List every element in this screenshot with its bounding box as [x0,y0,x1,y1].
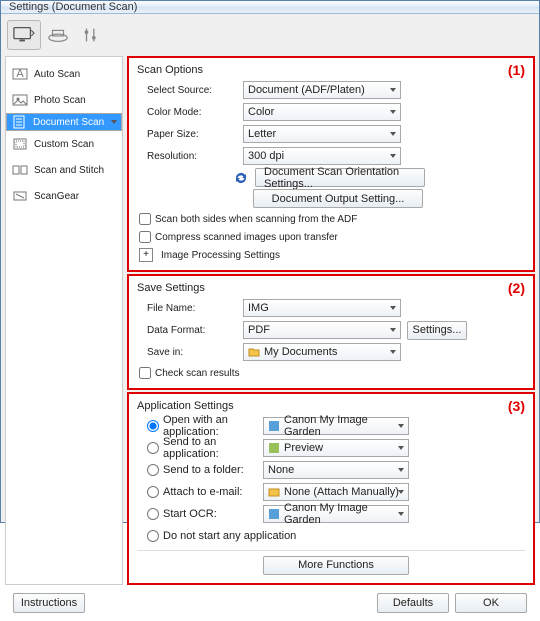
panel-title: Save Settings [137,282,525,294]
sidebar-label: Scan and Stitch [34,165,104,176]
main-area: A Auto Scan Photo Scan Document Scan Cus… [5,56,535,585]
document-icon [11,115,27,129]
tab-general-settings[interactable] [75,20,109,50]
defaults-button[interactable]: Defaults [377,593,449,613]
scan-both-sides-checkbox[interactable]: Scan both sides when scanning from the A… [137,210,525,228]
tab-scan-from-operation-panel[interactable] [41,20,75,50]
scan-options-panel: (1) Scan Options Select Source: Document… [127,56,535,272]
sidebar-label: ScanGear [34,191,79,202]
send-folder-radio[interactable] [147,464,159,476]
panel-title: Scan Options [137,64,525,76]
select-source-label: Select Source: [137,85,243,96]
tab-scan-from-computer[interactable] [7,20,41,50]
folder-icon [248,346,260,358]
settings-panels: (1) Scan Options Select Source: Document… [127,56,535,585]
start-ocr-dropdown[interactable]: Canon My Image Garden [263,505,409,523]
save-settings-panel: (2) Save Settings File Name: IMG Data Fo… [127,274,535,390]
sidebar-item-photo-scan[interactable]: Photo Scan [6,87,122,113]
sidebar-item-document-scan[interactable]: Document Scan [6,113,122,131]
sidebar-label: Auto Scan [34,69,80,80]
panel-title: Application Settings [137,400,525,412]
file-name-label: File Name: [137,303,243,314]
orientation-settings-button[interactable]: Document Scan Orientation Settings... [255,168,425,187]
open-with-radio[interactable] [147,420,159,432]
sidebar: A Auto Scan Photo Scan Document Scan Cus… [5,56,123,585]
mail-icon [268,486,280,498]
sidebar-item-custom-scan[interactable]: Custom Scan [6,131,122,157]
resolution-label: Resolution: [137,151,243,162]
refresh-icon[interactable] [233,170,249,186]
data-format-label: Data Format: [137,325,243,336]
format-settings-button[interactable]: Settings... [407,321,467,340]
check-results-checkbox[interactable]: Check scan results [137,364,525,382]
data-format-dropdown[interactable]: PDF [243,321,401,339]
start-ocr-radio[interactable] [147,508,159,520]
save-in-dropdown[interactable]: My Documents [243,343,401,361]
output-setting-button[interactable]: Document Output Setting... [253,189,423,208]
sidebar-label: Photo Scan [34,95,86,106]
settings-window: Settings (Document Scan) A Auto Scan [0,0,540,523]
sidebar-item-scan-and-stitch[interactable]: Scan and Stitch [6,157,122,183]
custom-icon [12,137,28,151]
send-folder-dropdown[interactable]: None [263,461,409,479]
instructions-button[interactable]: Instructions [13,593,85,613]
send-app-radio[interactable] [147,442,159,454]
color-mode-dropdown[interactable]: Color [243,103,401,121]
annotation-2: (2) [508,280,525,296]
footer: Instructions Defaults OK [5,589,535,617]
resolution-dropdown[interactable]: 300 dpi [243,147,401,165]
paper-size-dropdown[interactable]: Letter [243,125,401,143]
select-source-dropdown[interactable]: Document (ADF/Platen) [243,81,401,99]
file-name-field[interactable]: IMG [243,299,401,317]
color-mode-label: Color Mode: [137,107,243,118]
plus-icon: + [139,248,153,262]
attach-email-radio[interactable] [147,486,159,498]
compress-checkbox[interactable]: Compress scanned images upon transfer [137,228,525,246]
auto-icon: A [12,67,28,81]
content: A Auto Scan Photo Scan Document Scan Cus… [1,14,539,621]
window-title: Settings (Document Scan) [9,1,137,13]
open-with-dropdown[interactable]: Canon My Image Garden [263,417,409,435]
more-functions-button[interactable]: More Functions [263,556,409,575]
titlebar: Settings (Document Scan) [1,1,539,14]
sidebar-item-auto-scan[interactable]: A Auto Scan [6,61,122,87]
scanner-icon [47,26,69,44]
do-not-start-radio[interactable] [147,530,159,542]
send-app-dropdown[interactable]: Preview [263,439,409,457]
sliders-icon [81,26,103,44]
preview-icon [268,442,280,454]
app-icon [268,420,280,432]
sidebar-label: Document Scan [33,117,104,128]
image-processing-expander[interactable]: +Image Processing Settings [137,246,525,264]
paper-size-label: Paper Size: [137,129,243,140]
photo-icon [12,93,28,107]
attach-email-dropdown[interactable]: None (Attach Manually) [263,483,409,501]
annotation-3: (3) [508,398,525,414]
save-in-label: Save in: [137,347,243,358]
application-settings-panel: (3) Application Settings Open with an ap… [127,392,535,585]
toolbar [5,18,535,52]
stitch-icon [12,163,28,177]
monitor-icon [13,26,35,44]
ok-button[interactable]: OK [455,593,527,613]
annotation-1: (1) [508,62,525,78]
app-icon [268,508,280,520]
separator [137,550,525,551]
sidebar-item-scangear[interactable]: ScanGear [6,183,122,209]
scangear-icon [12,189,28,203]
sidebar-label: Custom Scan [34,139,94,150]
svg-text:A: A [16,68,24,80]
